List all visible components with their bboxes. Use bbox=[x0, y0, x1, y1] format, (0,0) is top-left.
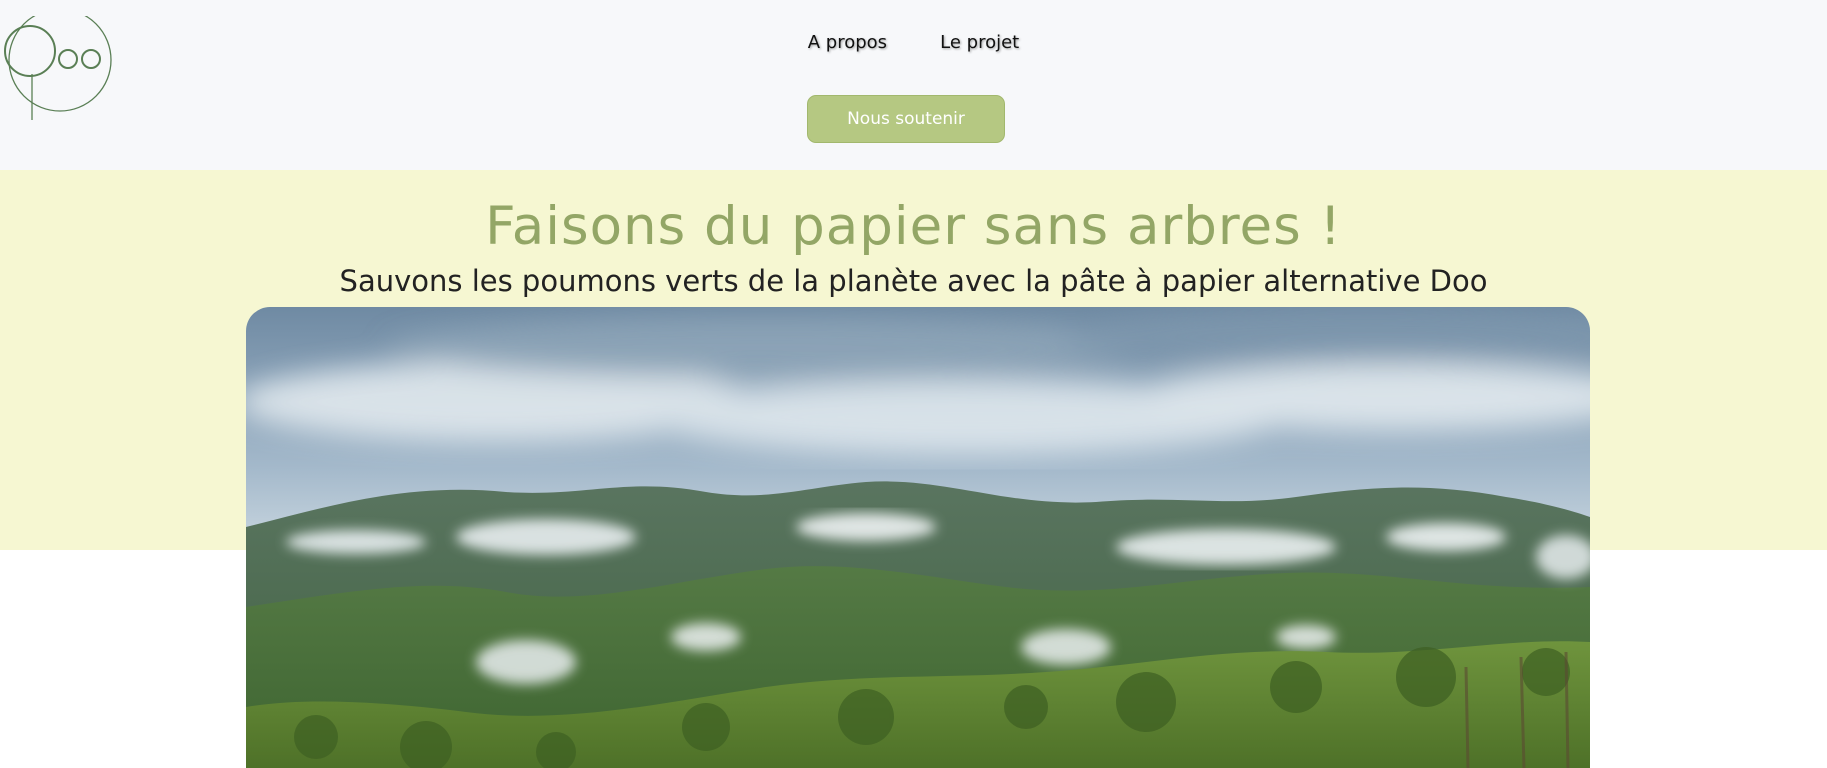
hero-title: Faisons du papier sans arbres ! bbox=[485, 196, 1342, 257]
nav-link-a-propos[interactable]: A propos bbox=[808, 32, 887, 53]
support-button[interactable]: Nous soutenir bbox=[807, 95, 1005, 143]
nav-link-le-projet[interactable]: Le projet bbox=[940, 32, 1019, 53]
main-nav: A propos Le projet bbox=[0, 32, 1827, 53]
hero-subtitle: Sauvons les poumons verts de la planète … bbox=[339, 264, 1488, 298]
site-header: A propos Le projet Nous soutenir bbox=[0, 0, 1827, 170]
hero-forest-image bbox=[246, 307, 1590, 768]
